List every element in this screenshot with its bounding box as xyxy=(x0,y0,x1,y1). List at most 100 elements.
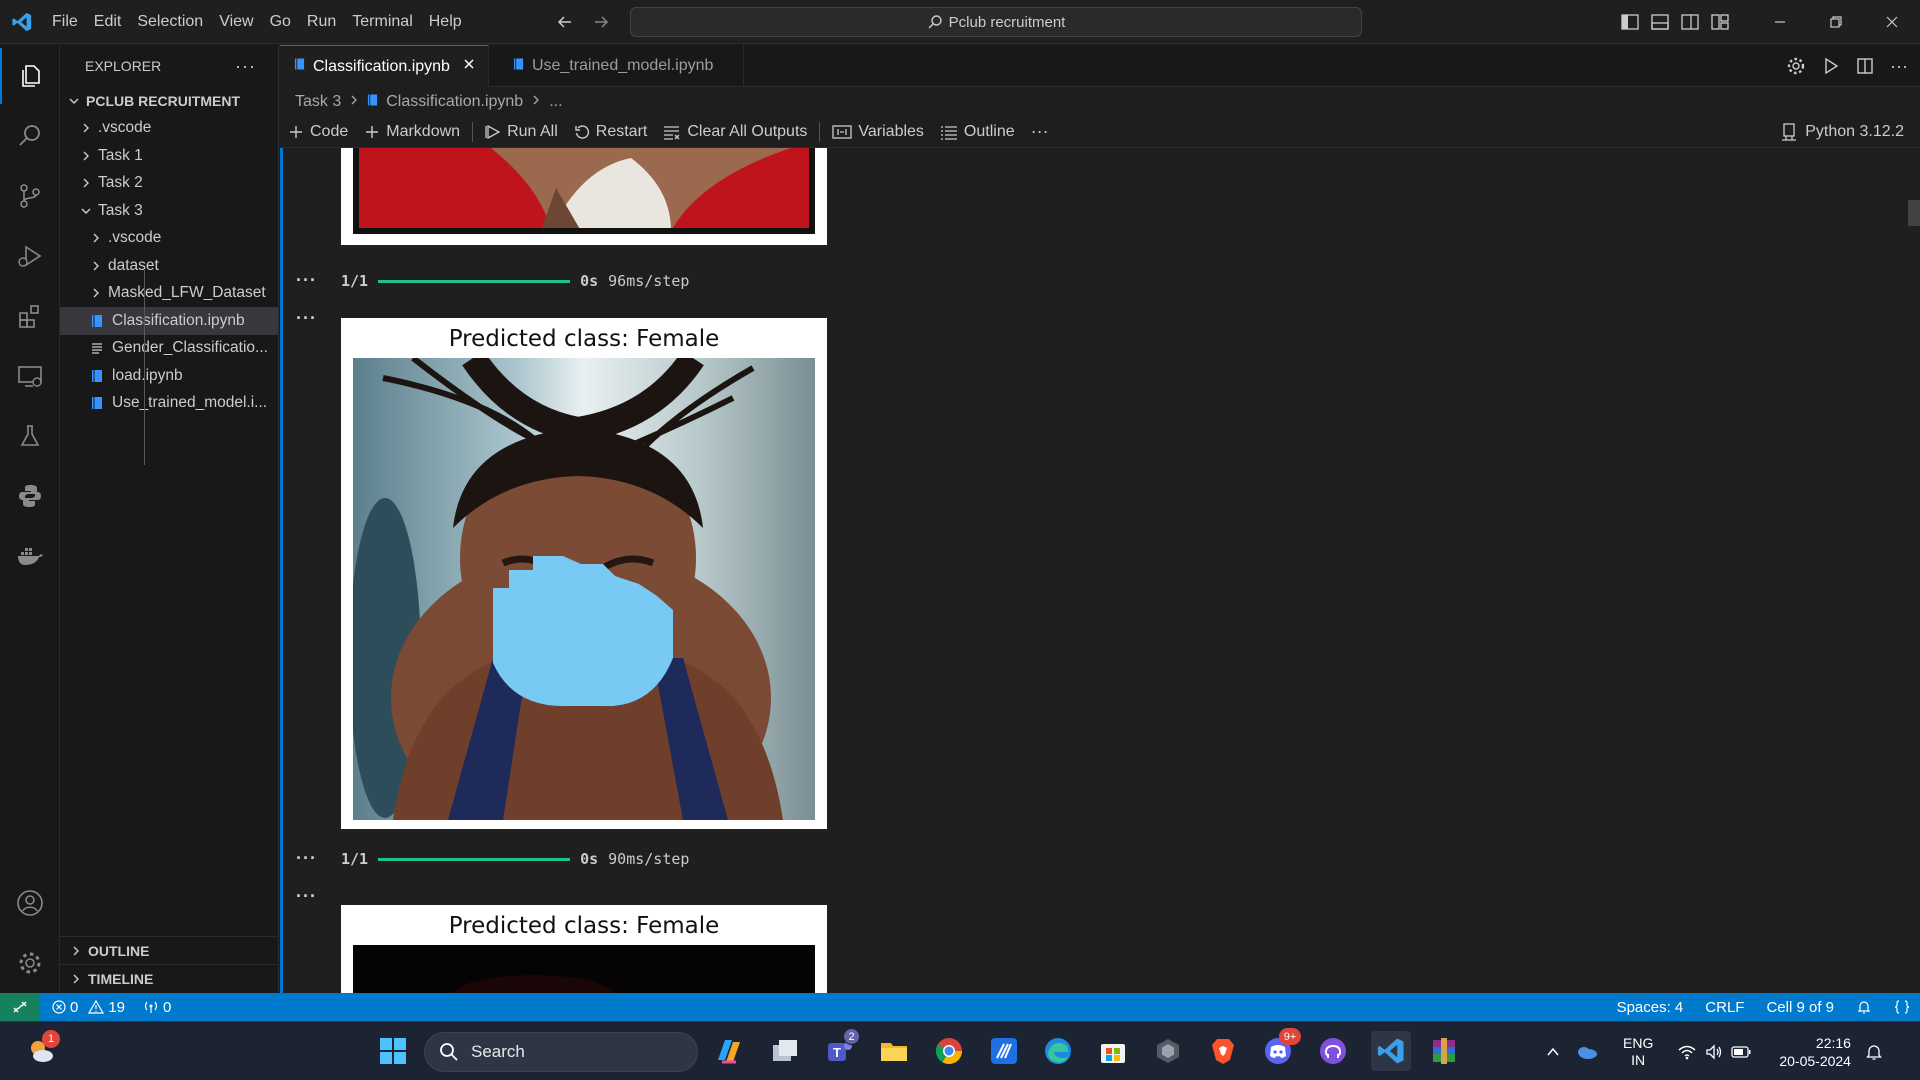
minimize-button[interactable] xyxy=(1752,0,1808,44)
close-window-button[interactable] xyxy=(1864,0,1920,44)
file-explorer-app[interactable] xyxy=(877,1034,911,1068)
command-center-search[interactable]: Pclub recruitment xyxy=(630,7,1362,37)
activity-accounts[interactable] xyxy=(0,875,60,931)
outline-button[interactable]: Outline xyxy=(932,116,1023,148)
eol-indicator[interactable]: CRLF xyxy=(1705,999,1744,1016)
tree-item-dataset[interactable]: dataset xyxy=(60,252,278,280)
taskbar-search[interactable]: Search xyxy=(424,1032,698,1072)
task-view-app[interactable] xyxy=(768,1034,802,1068)
microsoft-store-app[interactable] xyxy=(1096,1034,1130,1068)
tree-item-task-3[interactable]: Task 3 xyxy=(60,197,278,225)
tab-use-trained-model[interactable]: Use_trained_model.ipynb xyxy=(489,45,745,87)
menu-edit[interactable]: Edit xyxy=(86,0,130,44)
tree-item-masked-lfw-dataset[interactable]: Masked_LFW_Dataset xyxy=(60,280,278,308)
forward-arrow-icon[interactable] xyxy=(592,13,610,31)
activity-manage[interactable] xyxy=(0,935,60,991)
outline-section[interactable]: OUTLINE xyxy=(60,936,279,964)
restore-button[interactable] xyxy=(1808,0,1864,44)
activity-source-control[interactable] xyxy=(0,168,60,224)
onedrive-icon[interactable] xyxy=(1575,1043,1599,1061)
brave-app[interactable] xyxy=(1206,1034,1240,1068)
gear-icon[interactable] xyxy=(1786,56,1806,76)
toggle-secondary-sidebar-icon[interactable] xyxy=(1680,12,1700,32)
tab-classification[interactable]: Classification.ipynb xyxy=(280,45,489,87)
variables-button[interactable]: Variables xyxy=(824,116,932,148)
tree-item-gender-classification[interactable]: Gender_Classificatio... xyxy=(60,335,278,363)
tree-item-task3-vscode[interactable]: .vscode xyxy=(60,225,278,253)
clear-all-outputs-button[interactable]: Clear All Outputs xyxy=(655,116,815,148)
split-editor-icon[interactable] xyxy=(1856,57,1874,75)
teams-app[interactable]: T 2 xyxy=(823,1028,860,1068)
breadcrumb-folder[interactable]: Task 3 xyxy=(295,93,341,111)
menu-file[interactable]: File xyxy=(44,0,86,44)
braces-icon[interactable] xyxy=(1894,999,1910,1015)
tree-item-load-ipynb[interactable]: load.ipynb xyxy=(60,362,278,390)
menu-go[interactable]: Go xyxy=(262,0,299,44)
menu-help[interactable]: Help xyxy=(421,0,470,44)
tree-item-task-2[interactable]: Task 2 xyxy=(60,170,278,198)
run-all-button[interactable]: Run All xyxy=(477,116,566,148)
activity-testing[interactable] xyxy=(0,408,60,464)
more-actions-icon[interactable]: ··· xyxy=(235,56,256,77)
add-markdown-cell-button[interactable]: Markdown xyxy=(356,116,468,148)
restart-button[interactable]: Restart xyxy=(566,116,656,148)
vscode-app[interactable] xyxy=(1371,1031,1411,1071)
chrome-app[interactable] xyxy=(932,1034,966,1068)
copilot-app[interactable] xyxy=(712,1034,746,1068)
run-icon[interactable] xyxy=(1822,57,1840,75)
customize-layout-icon[interactable] xyxy=(1710,12,1730,32)
bell-icon[interactable] xyxy=(1856,999,1872,1015)
more-actions-icon[interactable]: ··· xyxy=(1023,116,1057,148)
unity-app[interactable] xyxy=(1151,1034,1185,1068)
activity-remote-explorer[interactable] xyxy=(0,348,60,404)
discord-app[interactable]: 9+ xyxy=(1261,1028,1301,1068)
clock[interactable]: 22:16 20-05-2024 xyxy=(1779,1034,1851,1070)
remote-indicator[interactable] xyxy=(0,993,40,1021)
toggle-primary-sidebar-icon[interactable] xyxy=(1620,12,1640,32)
chevron-up-icon[interactable] xyxy=(1545,1044,1561,1060)
close-tab-icon[interactable] xyxy=(462,57,476,76)
menu-selection[interactable]: Selection xyxy=(129,0,211,44)
tree-item-task-1[interactable]: Task 1 xyxy=(60,142,278,170)
language-indicator[interactable]: ENG IN xyxy=(1623,1035,1653,1069)
indentation-indicator[interactable]: Spaces: 4 xyxy=(1617,999,1684,1016)
tree-item-vscode[interactable]: .vscode xyxy=(60,115,278,143)
breadcrumb-file[interactable]: Classification.ipynb xyxy=(386,93,523,111)
start-button[interactable] xyxy=(376,1034,410,1068)
activity-python[interactable] xyxy=(0,468,60,524)
notification-bell-icon[interactable] xyxy=(1865,1043,1883,1061)
activity-run-debug[interactable] xyxy=(0,228,60,284)
back-arrow-icon[interactable] xyxy=(556,13,574,31)
menu-view[interactable]: View xyxy=(211,0,261,44)
workspace-root[interactable]: PCLUB RECRUITMENT xyxy=(60,87,278,115)
more-actions-icon[interactable]: ··· xyxy=(1890,56,1908,77)
menu-terminal[interactable]: Terminal xyxy=(344,0,420,44)
output-actions-icon[interactable]: ··· xyxy=(296,308,317,329)
quick-settings[interactable] xyxy=(1677,1043,1751,1060)
activity-explorer[interactable] xyxy=(0,48,60,104)
toggle-panel-icon[interactable] xyxy=(1650,12,1670,32)
app-pinned[interactable] xyxy=(987,1034,1021,1068)
tree-item-use-trained-model[interactable]: Use_trained_model.i... xyxy=(60,390,278,418)
timeline-section[interactable]: TIMELINE xyxy=(60,964,279,992)
edge-app[interactable] xyxy=(1041,1034,1075,1068)
winrar-app[interactable] xyxy=(1427,1034,1461,1068)
ports-indicator[interactable]: 0 xyxy=(143,999,171,1016)
kernel-picker[interactable]: Python 3.12.2 xyxy=(1781,116,1904,148)
github-desktop-app[interactable] xyxy=(1316,1034,1350,1068)
menu-run[interactable]: Run xyxy=(299,0,344,44)
cell-indicator[interactable]: Cell 9 of 9 xyxy=(1766,999,1834,1016)
breadcrumb-more[interactable]: ... xyxy=(549,93,562,111)
activity-extensions[interactable] xyxy=(0,288,60,344)
activity-search[interactable] xyxy=(0,108,60,164)
add-code-cell-button[interactable]: Code xyxy=(280,116,356,148)
output-actions-icon[interactable]: ··· xyxy=(296,270,317,291)
notebook-editor[interactable]: ··· 1/1 0s 96ms/step ··· Predicted class… xyxy=(280,148,1920,993)
output-actions-icon[interactable]: ··· xyxy=(296,886,317,907)
output-actions-icon[interactable]: ··· xyxy=(296,848,317,869)
tree-item-classification-ipynb[interactable]: Classification.ipynb xyxy=(60,307,278,335)
weather-widget[interactable]: 1 xyxy=(24,1030,60,1068)
problems-indicator[interactable]: 0 19 xyxy=(52,999,125,1016)
activity-docker[interactable] xyxy=(0,528,60,584)
scrollbar-thumb[interactable] xyxy=(1908,200,1920,226)
